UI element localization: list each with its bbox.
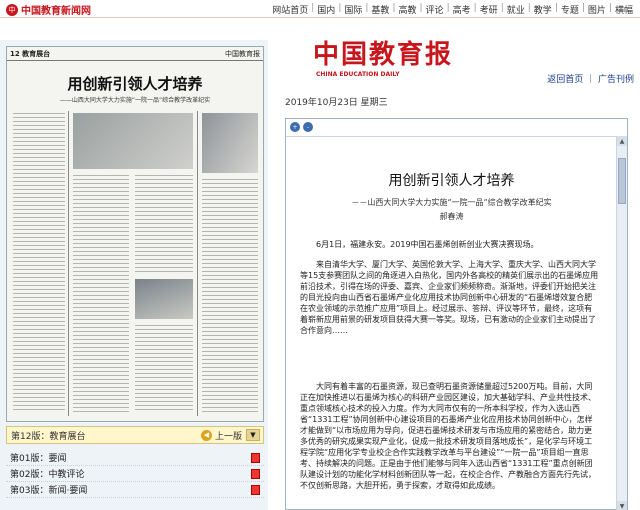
article-title: 用创新引领人才培养 [388,173,515,189]
article-subtitle: －－山西大同大学大力实施“一院一品”综合教学改革纪实 [351,198,552,207]
scan-photo [135,279,193,319]
logo-icon: 中 [6,3,18,16]
current-page-label: 第12版：教育展台 [11,431,86,442]
scroll-up-button[interactable]: ▲ [617,136,627,146]
nav-item-basic-education[interactable]: 基教 [368,3,392,16]
left-pane: 12 教育展台 中国教育报 用创新引领人才培养 ——山西大同大学大力实施“一院一… [0,40,268,510]
pdf-icon[interactable] [251,453,260,463]
scan-text-column [73,175,129,413]
page-scan[interactable]: 12 教育展台 中国教育报 用创新引领人才培养 ——山西大同大学大力实施“一院一… [6,46,264,422]
newspaper-logo: 中国教育报 [313,40,454,70]
nav-item-gaokao[interactable]: 高考 [450,3,474,16]
page-list-item[interactable]: 第03版：新闻·要闻 [6,482,264,498]
article-author: 郝春涛 [439,212,464,221]
scan-subtitle: ——山西大同大学大力实施“一院一品”综合教学改革纪实 [59,97,211,104]
zoom-out-icon[interactable]: - [303,122,313,132]
pdf-icon[interactable] [251,485,260,495]
nav-item-commentary[interactable]: 评论 [423,3,447,16]
page-list-item-label: 第01版：要闻 [10,454,67,464]
nav-item-international[interactable]: 国际 [341,3,365,16]
previous-page-button[interactable]: ◀ 上一版 [200,429,242,442]
scan-text-column [135,325,193,413]
page-list-item-label: 第02版：中教评论 [10,470,85,480]
masthead: 中国教育报 CHINA EDUCATION DAILY 返回首页 ｜ 广告刊例 [268,18,640,92]
article-paragraph: 来自清华大学、厦门大学、英国伦敦大学、上海大学、重庆大学、山西大同大学等15支参… [300,260,599,335]
site-logo-text: 中国教育新闻网 [21,6,91,17]
page-list-item[interactable]: 第02版：中教评论 [6,466,264,482]
nav-item-employment[interactable]: 就业 [504,3,528,16]
arrow-up-icon: ▲ [619,137,625,145]
zoom-in-icon[interactable]: + [290,122,300,132]
scan-title: 用创新引领人才培养 [67,75,203,93]
main-nav: 网站首页 | 国内 | 国际 | 基教 | 高教 | 评论 | 高考 | 考研 | 就业 | 教学… [269,3,636,16]
nav-item-pictures[interactable]: 图片 [585,3,609,16]
pdf-icon[interactable] [251,469,260,479]
scan-photo [202,113,258,173]
article-paragraph: 6月1日，福建永安。2019中国石墨烯创新创业大赛决赛现场。 [316,240,539,249]
scan-paper-name: 中国教育报 [225,50,260,58]
article-paragraph: 大同有着丰富的石墨资源，现已查明石墨资源储量超过5200万吨。目前，大同正在加快… [300,382,596,490]
scan-header: 12 教育展台 中国教育报 [7,47,263,61]
article-content: 用创新引领人才培养 －－山西大同大学大力实施“一院一品”综合教学改革纪实 郝春涛… [286,136,617,510]
masthead-links[interactable]: 返回首页 ｜ 广告刊例 [547,72,634,85]
page-list-item-label: 第03版：新闻·要闻 [10,486,88,496]
top-bar: 中 中国教育新闻网 网站首页 | 国内 | 国际 | 基教 | 高教 | 评论 | 高考 | … [0,0,640,18]
page-list-item[interactable]: 第01版：要闻 [6,450,264,466]
scroll-down-button[interactable]: ▼ [617,501,627,510]
scroll-thumb[interactable] [618,158,626,204]
scan-text-column [202,179,258,413]
nav-item-teaching[interactable]: 教学 [531,3,555,16]
nav-item-banner[interactable]: 横幅 [612,3,636,16]
nav-item-higher-education[interactable]: 高教 [395,3,419,16]
issue-date: 2019年10月23日 星期三 [285,98,388,108]
scan-page-label: 12 教育展台 [10,50,51,58]
previous-icon: ◀ [200,429,212,441]
nav-item-kaoyan[interactable]: 考研 [477,3,501,16]
newspaper-english-name: CHINA EDUCATION DAILY [316,71,400,78]
page-dropdown-button[interactable]: ▼ [246,429,260,441]
scan-text-column [13,113,65,413]
article-panel: + - 用创新引领人才培养 －－山西大同大学大力实施“一院一品”综合教学改革纪实… [285,118,628,510]
page-navigation-bar: 第12版：教育展台 ◀ 上一版 ▼ [6,426,264,444]
site-logo[interactable]: 中 中国教育新闻网 [6,2,91,17]
nav-item-special[interactable]: 专题 [558,3,582,16]
article-scrollbar[interactable]: ▲ ▼ [616,136,627,510]
scan-photo [73,113,193,169]
previous-page-label: 上一版 [214,431,242,442]
page-list: 第01版：要闻 第02版：中教评论 第03版：新闻·要闻 [6,450,264,498]
nav-item-home[interactable]: 网站首页 [269,3,311,16]
scan-text-column [135,175,193,275]
arrow-down-icon: ▼ [619,502,625,510]
nav-item-domestic[interactable]: 国内 [314,3,338,16]
article-tools: + - [290,122,316,132]
chevron-down-icon: ▼ [250,431,256,439]
